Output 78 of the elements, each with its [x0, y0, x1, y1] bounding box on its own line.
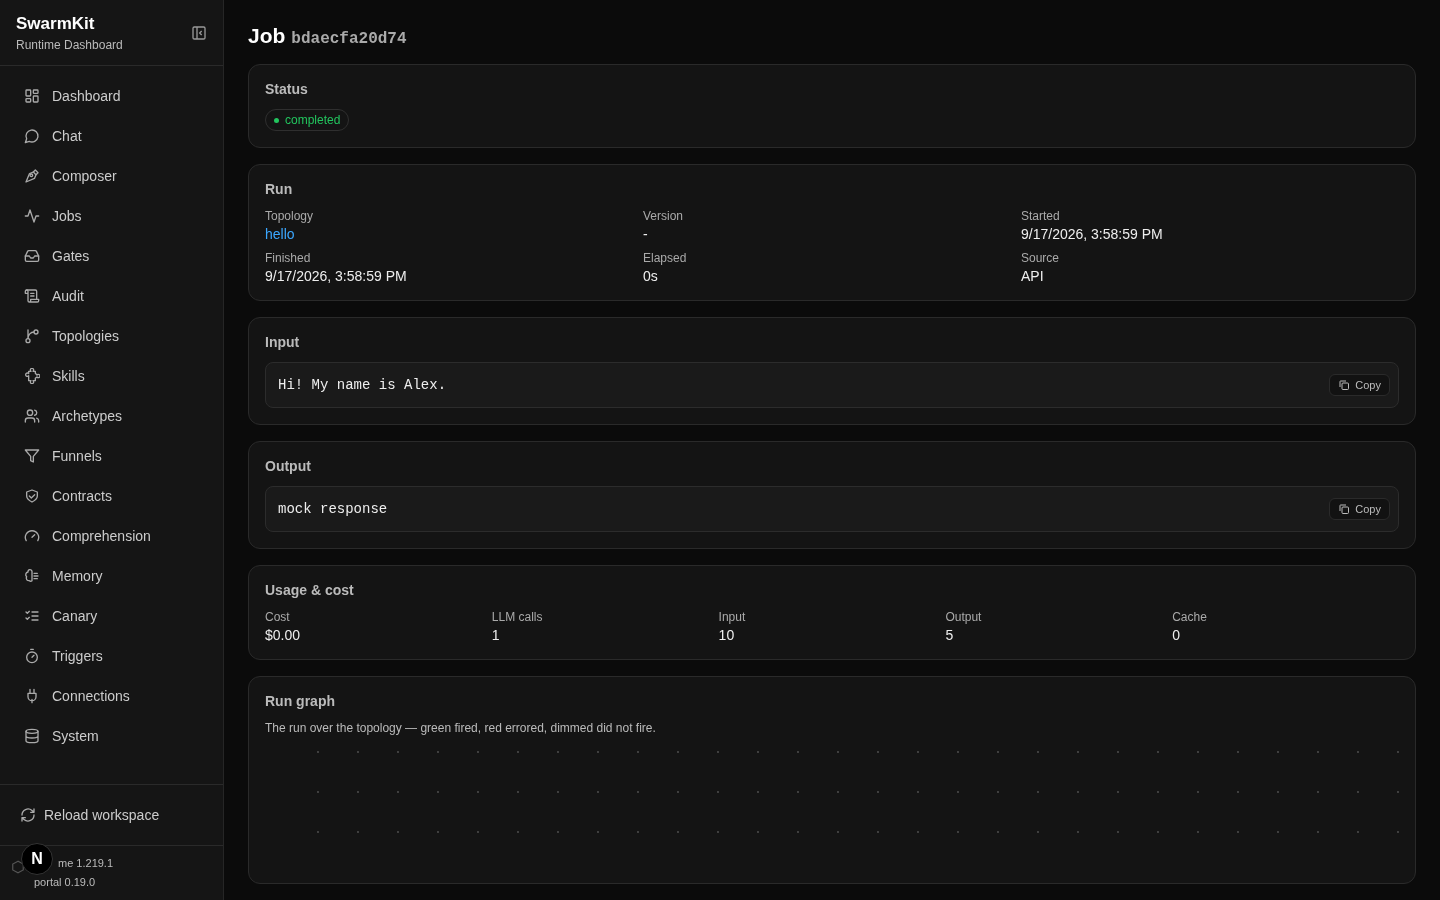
job-id: bdaecfa20d74 [291, 30, 407, 48]
nav-item[interactable]: Comprehension [8, 516, 215, 556]
scroll-icon [24, 288, 40, 304]
field-value: 9/17/2026, 3:58:59 PM [1021, 226, 1164, 242]
page-title: Job [248, 24, 286, 48]
speech-bubble-icon [24, 128, 40, 144]
copy-icon [1338, 503, 1351, 515]
field-value: 0s [643, 268, 659, 284]
stopwatch-icon [24, 648, 40, 664]
runtime-version: me 1.219.1 [58, 856, 114, 871]
field-label: Input [718, 610, 747, 624]
topology-link[interactable]: hello [265, 226, 295, 242]
nav-item[interactable]: Archetypes [8, 396, 215, 436]
checklist-icon [24, 608, 40, 624]
nav-item[interactable]: Skills [8, 356, 215, 396]
section-heading: Status [265, 81, 309, 97]
people-icon [24, 408, 40, 424]
copy-icon [1338, 379, 1351, 391]
brand-subtitle: Runtime Dashboard [16, 38, 123, 52]
field-label: Output [945, 610, 983, 624]
section-heading: Usage & cost [265, 582, 355, 598]
field-value: 0 [1172, 627, 1181, 643]
nav-item[interactable]: Canary [8, 596, 215, 636]
copy-button[interactable]: Copy [1329, 374, 1390, 396]
field-label: Cache [1172, 610, 1208, 624]
field-value: - [643, 226, 649, 242]
field-label: Cost [265, 610, 291, 624]
portal-version: portal 0.19.0 [34, 875, 96, 890]
input-text: Hi! My name is Alex. [278, 377, 447, 393]
funnel-icon [24, 448, 40, 464]
section-heading: Run graph [265, 693, 336, 709]
floating-badge[interactable]: N [21, 843, 53, 875]
nav-item[interactable]: Dashboard [8, 76, 215, 116]
nav-item[interactable]: Chat [8, 116, 215, 156]
cube-icon [11, 860, 25, 874]
brand-name: SwarmKit [16, 14, 96, 34]
section-heading: Input [265, 334, 301, 350]
copy-button[interactable]: Copy [1329, 498, 1390, 520]
graph-description: The run over the topology — green fired, red errored, dimmed did not fire. [265, 721, 657, 735]
grid-icon [24, 88, 40, 104]
pen-nib-icon [24, 168, 40, 184]
database-icon [24, 728, 40, 744]
reload-button[interactable]: Reload workspace [8, 795, 172, 835]
field-label: Version [643, 209, 685, 223]
nav-item[interactable]: Memory [8, 556, 215, 596]
section-heading: Run [265, 181, 294, 197]
nav-item[interactable]: Connections [8, 676, 215, 716]
nav-item[interactable]: Composer [8, 156, 215, 196]
field-value: 5 [945, 627, 955, 643]
gauge-icon [24, 528, 40, 544]
field-value: 10 [718, 627, 736, 643]
sidebar-collapse-icon[interactable] [191, 25, 207, 41]
puzzle-icon [24, 368, 40, 384]
field-label: Started [1021, 209, 1061, 223]
output-text: mock response [278, 501, 388, 517]
field-label: Elapsed [643, 251, 688, 265]
nav-item[interactable]: Contracts [8, 476, 215, 516]
field-label: Source [1021, 251, 1061, 265]
field-label: Finished [265, 251, 312, 265]
nav-item[interactable]: Jobs [8, 196, 215, 236]
nav-item[interactable]: Topologies [8, 316, 215, 356]
inbox-icon [24, 248, 40, 264]
nav-item[interactable]: Audit [8, 276, 215, 316]
section-heading: Output [265, 458, 312, 474]
plug-icon [24, 688, 40, 704]
field-label: LLM calls [491, 610, 544, 624]
refresh-icon [20, 807, 36, 823]
field-value: $0.00 [265, 627, 302, 643]
field-value: 9/17/2026, 3:58:59 PM [265, 268, 408, 284]
pulse-icon [24, 208, 40, 224]
nav-item[interactable]: System [8, 716, 215, 756]
branch-icon [24, 328, 40, 344]
field-value: API [1021, 268, 1045, 284]
field-value: 1 [491, 627, 501, 643]
field-label: Topology [265, 209, 315, 223]
nav-item[interactable]: Funnels [8, 436, 215, 476]
nav-item[interactable]: Triggers [8, 636, 215, 676]
nav-item[interactable]: Gates [8, 236, 215, 276]
